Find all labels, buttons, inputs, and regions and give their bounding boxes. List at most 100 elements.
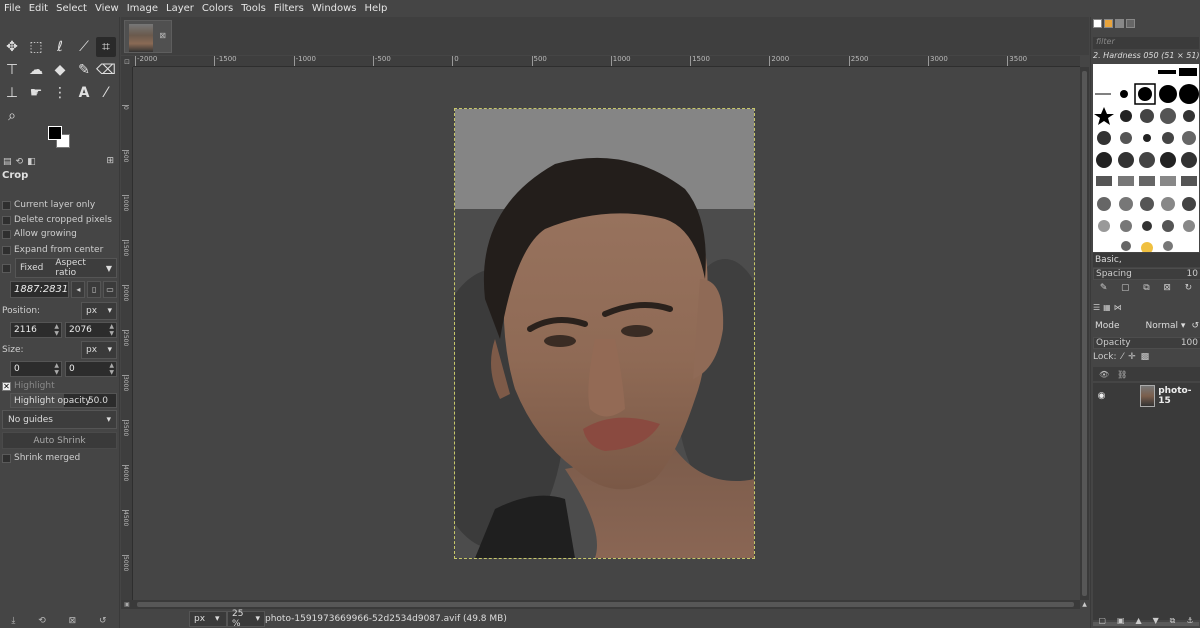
color-picker-tool-icon[interactable]: ⁄: [96, 83, 116, 103]
allow-growing-checkbox[interactable]: Allow growing: [2, 227, 77, 241]
paths-tool-icon[interactable]: ⋮: [50, 83, 70, 103]
position-x-input[interactable]: 2116 ▲ ▼: [10, 322, 62, 338]
document-tab-icon[interactable]: [1126, 19, 1135, 28]
eye-icon[interactable]: ◉: [1095, 391, 1108, 401]
menu-image[interactable]: Image: [127, 3, 158, 14]
position-y-input[interactable]: 2076 ▲ ▼: [65, 322, 117, 338]
landscape-icon[interactable]: ▭: [103, 280, 118, 298]
brush-grid[interactable]: [1093, 64, 1199, 252]
fixed-dropdown[interactable]: Fixed Aspect ratio ▼: [15, 258, 117, 278]
layer-row[interactable]: ◉ photo-15: [1093, 383, 1200, 409]
menu-filters[interactable]: Filters: [274, 3, 304, 14]
highlight-opacity-slider[interactable]: Highlight opacity 50.0: [10, 393, 117, 408]
refresh-brushes-icon[interactable]: ↻: [1185, 283, 1193, 295]
layer-name[interactable]: photo-15: [1158, 386, 1200, 406]
zoom-select[interactable]: 25 % ▾: [227, 609, 265, 628]
horizontal-scroll-thumb[interactable]: [137, 602, 1074, 607]
layer-mode-select[interactable]: Normal ▾: [1145, 321, 1185, 331]
color-swatches[interactable]: [44, 124, 74, 154]
paths-tab-icon[interactable]: ⋈: [1114, 303, 1122, 313]
bucket-fill-tool-icon[interactable]: ◆: [50, 60, 70, 80]
brushes-tab-icon[interactable]: [1093, 19, 1102, 28]
delete-options-icon[interactable]: ⊠: [69, 616, 77, 628]
restore-options-icon[interactable]: ⟲: [38, 616, 46, 628]
menu-tools[interactable]: Tools: [241, 3, 266, 14]
menu-view[interactable]: View: [95, 3, 119, 14]
eraser-tool-icon[interactable]: ⌫: [96, 60, 116, 80]
menu-file[interactable]: File: [4, 3, 21, 14]
highlight-checkbox[interactable]: ✕ Highlight: [2, 381, 55, 391]
expand-from-center-checkbox[interactable]: Expand from center: [2, 243, 103, 257]
menu-help[interactable]: Help: [365, 3, 388, 14]
fuzzy-select-tool-icon[interactable]: ⟋: [74, 37, 94, 57]
vertical-scroll-thumb[interactable]: [1082, 71, 1087, 596]
channels-tab-icon[interactable]: ▦: [1103, 303, 1111, 313]
vertical-ruler[interactable]: 0 500 1000 1500 2000 2500 3000 3500 4000 4500 5000…: [121, 67, 133, 600]
warp-tool-icon[interactable]: ☁: [26, 60, 46, 80]
brush-tag-input[interactable]: Basic,: [1093, 253, 1200, 267]
anchor-layer-icon[interactable]: ⚓: [1186, 616, 1193, 628]
canvas-area[interactable]: [133, 67, 1079, 600]
shrink-merged-checkbox[interactable]: Shrink merged: [2, 451, 80, 465]
duplicate-brush-icon[interactable]: ⧉: [1143, 283, 1149, 295]
layers-list[interactable]: [1093, 409, 1200, 620]
rect-select-tool-icon[interactable]: ⬚: [26, 37, 46, 57]
transform-tool-icon[interactable]: ⊤: [2, 60, 22, 80]
menu-edit[interactable]: Edit: [29, 3, 48, 14]
clear-ratio-icon[interactable]: ◂: [71, 280, 86, 298]
size-unit-select[interactable]: px ▾: [81, 341, 117, 359]
foreground-color[interactable]: [48, 126, 62, 140]
lock-pixels-icon[interactable]: ⁄: [1122, 352, 1124, 362]
horizontal-scrollbar[interactable]: [133, 600, 1080, 609]
image-tab[interactable]: ⊠: [124, 20, 172, 53]
mode-reset-icon[interactable]: ↺: [1191, 321, 1199, 331]
position-unit-select[interactable]: px ▾: [81, 302, 117, 320]
horizontal-ruler[interactable]: -2000 -1500 -1000 -500 0 500 1000 1500 2000 2500 3…: [133, 56, 1080, 67]
patterns-tab-icon[interactable]: [1104, 19, 1113, 28]
navigate-icon[interactable]: ▣: [121, 600, 133, 609]
menu-colors[interactable]: Colors: [202, 3, 233, 14]
smudge-tool-icon[interactable]: ☛: [26, 83, 46, 103]
paintbrush-tool-icon[interactable]: ✎: [74, 60, 94, 80]
close-icon[interactable]: ⊠: [159, 31, 166, 40]
aspect-ratio-field[interactable]: 1887:2831: [10, 280, 70, 298]
layers-tab-icon[interactable]: ☰: [1093, 303, 1100, 313]
layer-opacity-slider[interactable]: Opacity 100: [1093, 337, 1200, 349]
delete-brush-icon[interactable]: ⊠: [1163, 283, 1171, 295]
zoom-tool-icon[interactable]: ⌕: [2, 106, 22, 126]
duplicate-layer-icon[interactable]: ⧉: [1170, 616, 1176, 628]
lock-alpha-icon[interactable]: ▩: [1141, 352, 1150, 362]
size-h-input[interactable]: 0 ▲ ▼: [65, 361, 117, 377]
lower-layer-icon[interactable]: ▼: [1153, 616, 1159, 628]
crop-tool-icon[interactable]: ⌗: [96, 37, 116, 57]
current-layer-only-checkbox[interactable]: Current layer only: [2, 198, 95, 212]
menu-layer[interactable]: Layer: [166, 3, 194, 14]
new-layer-icon[interactable]: ▢: [1098, 616, 1106, 628]
clone-tool-icon[interactable]: ⊥: [2, 83, 22, 103]
edit-brush-icon[interactable]: ✎: [1100, 283, 1108, 295]
zoom-toggle-icon[interactable]: ▲: [1080, 600, 1089, 609]
portrait-icon[interactable]: ▯: [87, 280, 102, 298]
device-status-tab-icon[interactable]: ⟲: [16, 157, 24, 167]
size-w-input[interactable]: 0 ▲ ▼: [10, 361, 62, 377]
raise-layer-icon[interactable]: ▲: [1135, 616, 1141, 628]
fixed-checkbox[interactable]: [2, 263, 11, 273]
save-options-icon[interactable]: ⤓: [11, 616, 15, 628]
lock-position-icon[interactable]: ✛: [1128, 352, 1136, 362]
brush-filter-input[interactable]: filter: [1093, 37, 1199, 49]
reset-options-icon[interactable]: ↺: [99, 616, 107, 628]
ruler-corner[interactable]: ⊡: [121, 56, 133, 67]
free-select-tool-icon[interactable]: ℓ: [50, 37, 70, 57]
new-brush-icon[interactable]: ▢: [1121, 283, 1130, 295]
new-group-icon[interactable]: ▣: [1117, 616, 1125, 628]
configure-tab-icon[interactable]: ⊞: [106, 156, 114, 166]
guides-dropdown[interactable]: No guides ▾: [2, 410, 117, 429]
menu-windows[interactable]: Windows: [312, 3, 357, 14]
vertical-scrollbar[interactable]: [1080, 67, 1089, 600]
text-tool-icon[interactable]: A: [74, 83, 94, 103]
move-tool-icon[interactable]: ✥: [2, 37, 22, 57]
unit-select[interactable]: px ▾: [189, 611, 227, 627]
undo-history-tab-icon[interactable]: ◧: [27, 157, 36, 167]
tool-options-tab-icon[interactable]: ▤: [3, 157, 12, 167]
menu-select[interactable]: Select: [56, 3, 87, 14]
